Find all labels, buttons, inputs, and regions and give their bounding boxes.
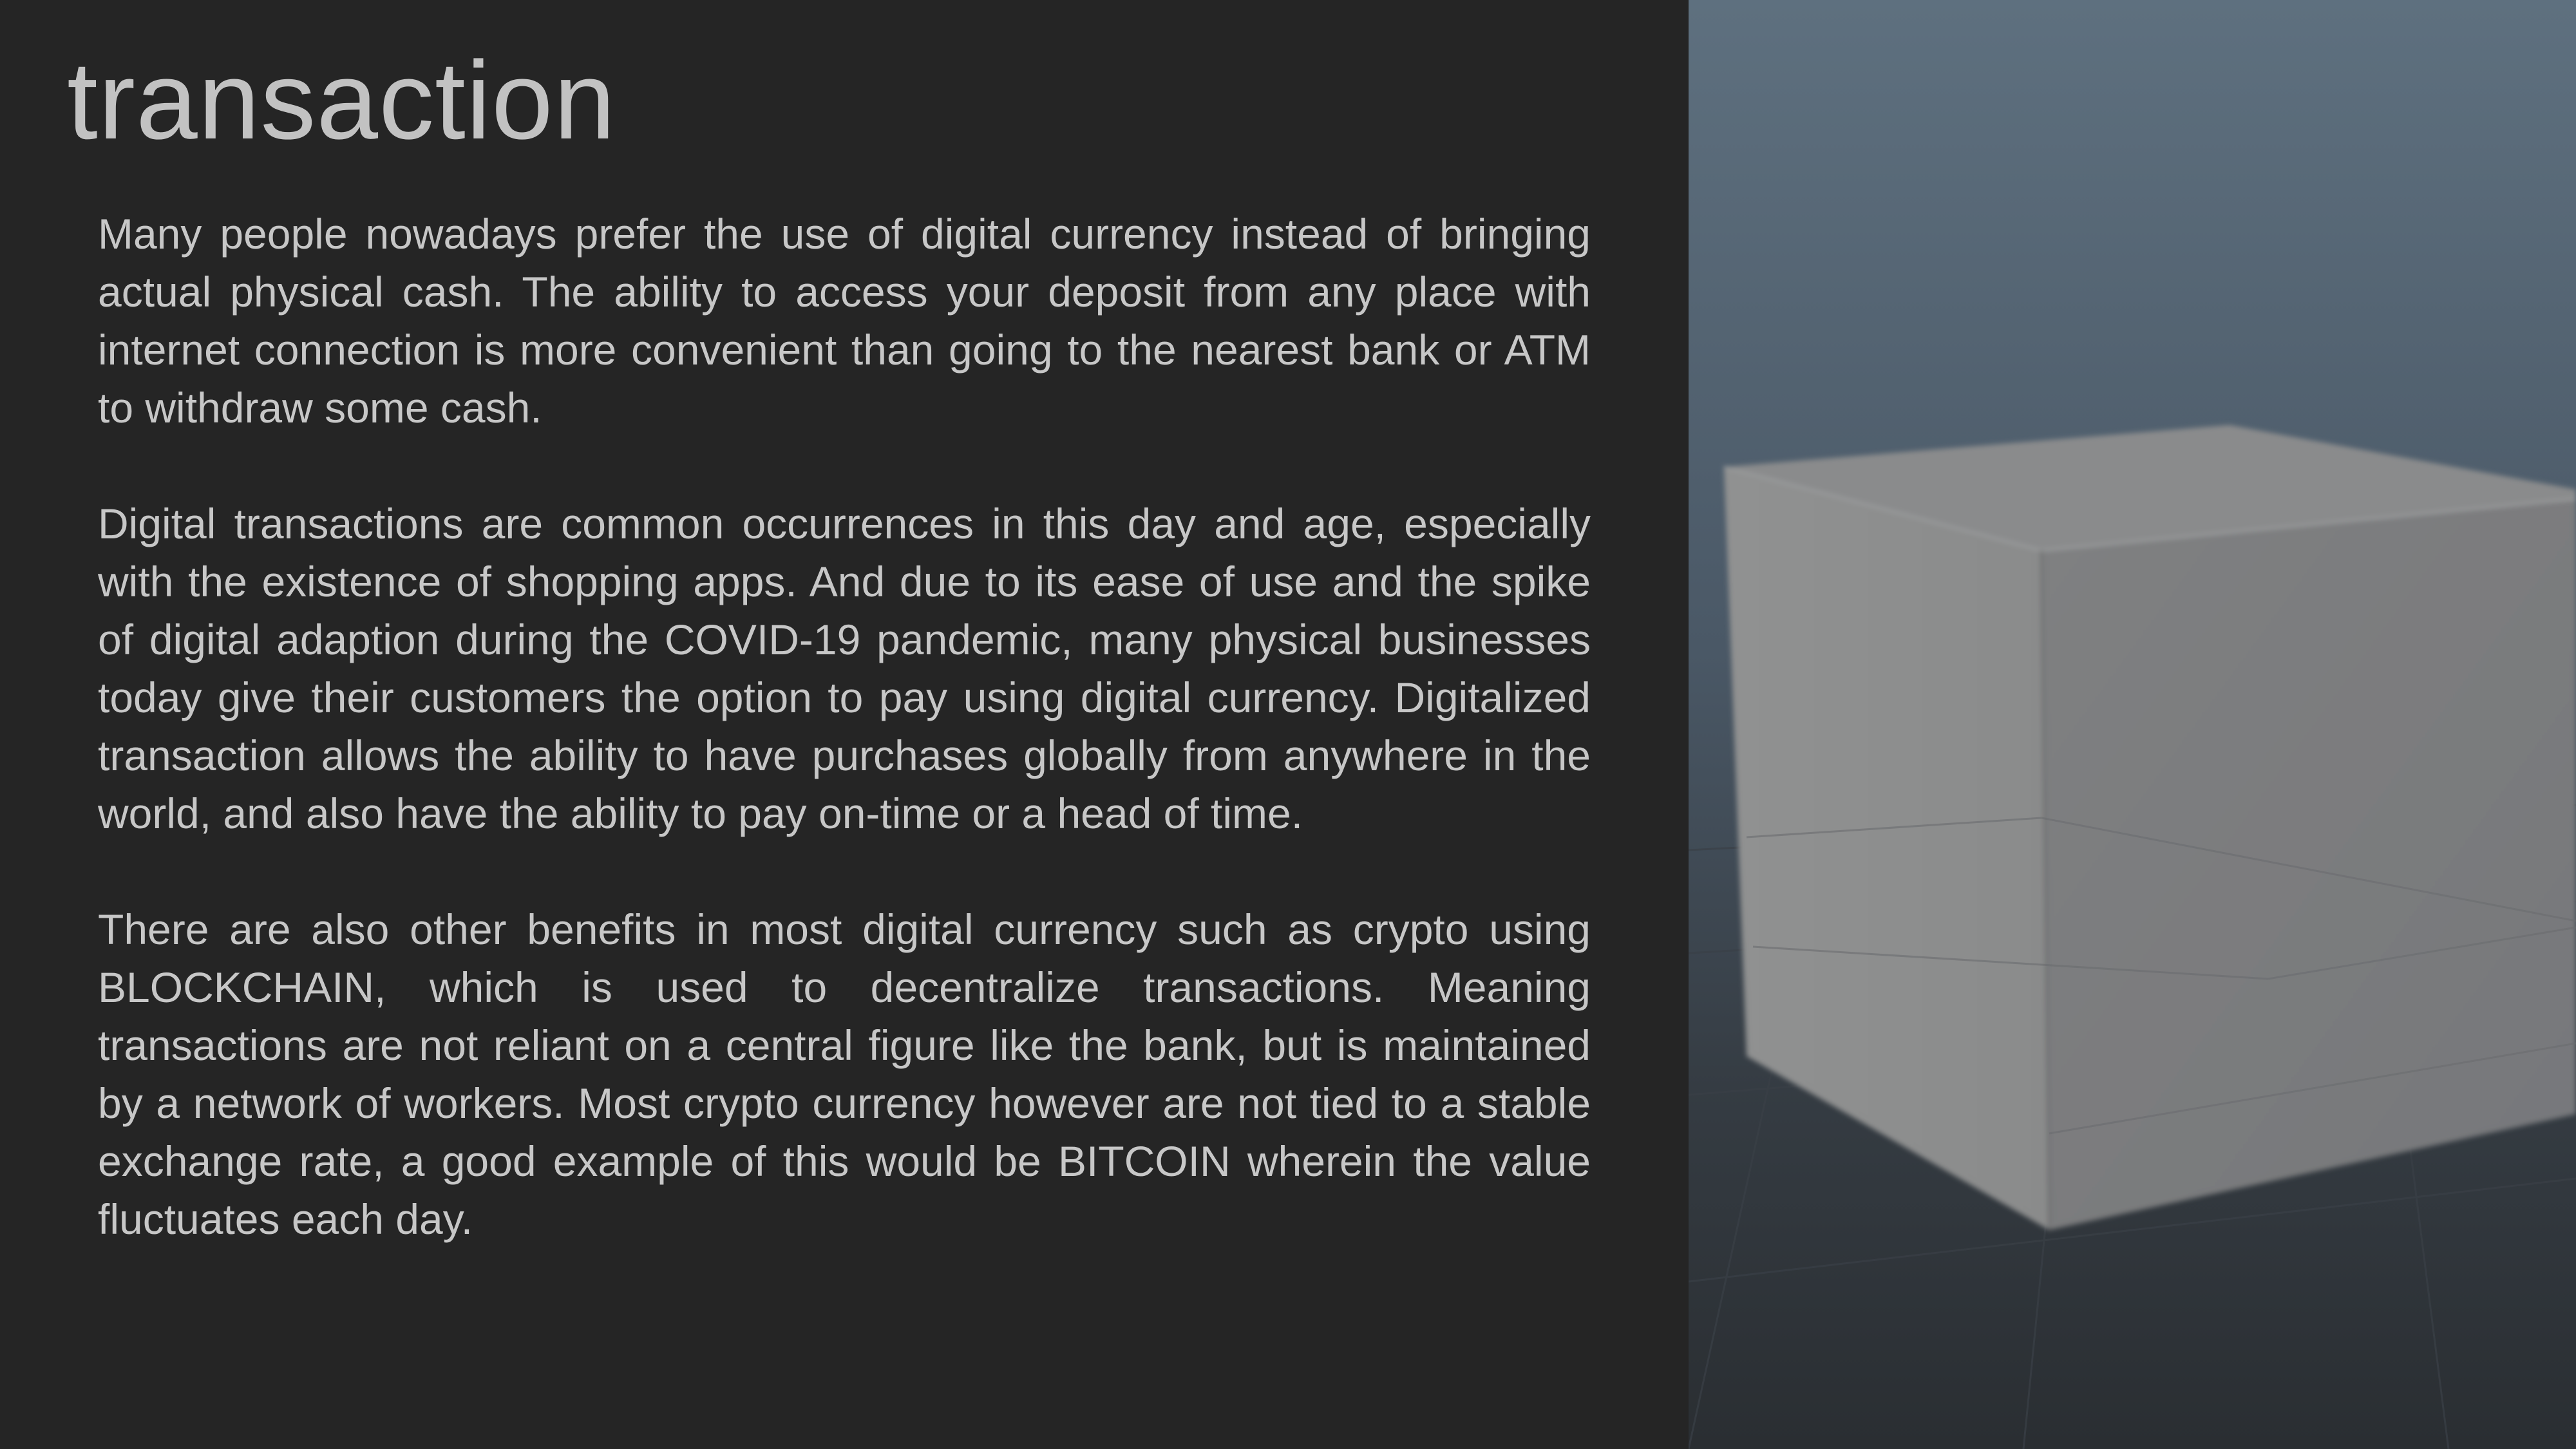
paragraph-3: There are also other benefits in most di… [98, 905, 1591, 1243]
cube [1723, 425, 2576, 1231]
text-panel: transaction Many people nowadays prefer … [0, 0, 1689, 1449]
paragraph-2: Digital transactions are common occurren… [98, 500, 1591, 837]
slide: transaction Many people nowadays prefer … [0, 0, 2576, 1449]
3d-viewport-cube-image [1689, 0, 2576, 1449]
body-text: Many people nowadays prefer the use of d… [98, 205, 1591, 1306]
slide-title: transaction [67, 39, 616, 162]
paragraph-1: Many people nowadays prefer the use of d… [98, 210, 1591, 431]
scene-image-panel [1689, 0, 2576, 1449]
